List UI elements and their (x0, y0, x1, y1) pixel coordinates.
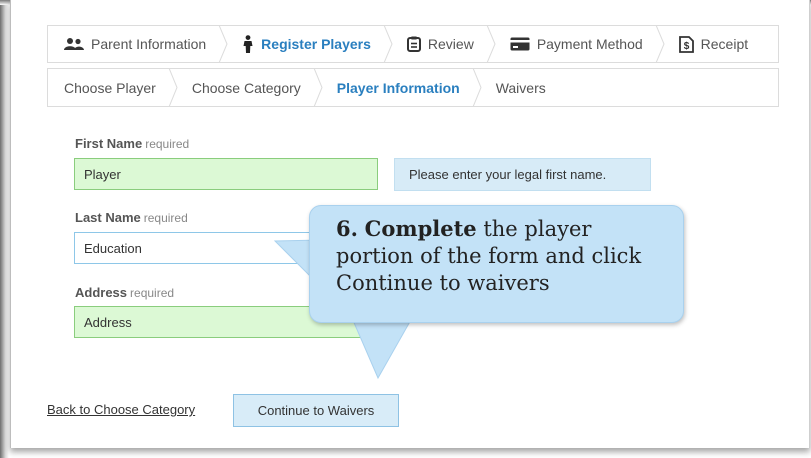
required-marker: required (130, 286, 175, 300)
chevron-right-icon (168, 68, 178, 107)
last-name-label-text: Last Name (75, 210, 141, 225)
receipt-icon: $ (678, 35, 694, 53)
chevron-right-icon (472, 68, 482, 107)
chevron-right-icon (313, 68, 323, 107)
required-marker: required (145, 137, 190, 151)
step-label: Register Players (261, 36, 371, 52)
chevron-right-icon (383, 25, 393, 63)
clipboard-icon (406, 36, 421, 52)
window-left-edge (0, 0, 9, 458)
substep-waivers[interactable]: Waivers (482, 69, 558, 106)
callout-line-1: 6. Complete the player (336, 215, 661, 243)
address-label: Address required (75, 285, 174, 300)
first-name-hint: Please enter your legal first name. (394, 158, 651, 191)
first-name-label-text: First Name (75, 136, 143, 151)
player-substeps: Choose Player Choose Category Player Inf… (47, 68, 779, 107)
step-label: Review (427, 36, 474, 52)
substep-label: Player Information (336, 79, 460, 96)
callout-bold-text: Complete (364, 216, 477, 241)
chevron-right-icon (486, 25, 496, 63)
step-receipt[interactable]: $ Receipt (665, 26, 760, 62)
callout-line-3: Continue to waivers (336, 271, 550, 295)
back-to-choose-category-link[interactable]: Back to Choose Category (47, 402, 195, 417)
step-label: Parent Information (91, 36, 207, 52)
step-register-players[interactable]: Register Players (228, 26, 383, 62)
instruction-callout: 6. Complete the player portion of the fo… (309, 205, 684, 323)
callout-line-2: portion of the form and click (336, 244, 642, 268)
registration-steps: Parent Information Register Players Revi… (47, 25, 779, 63)
address-label-text: Address (75, 285, 128, 300)
step-review[interactable]: Review (393, 26, 486, 62)
chevron-right-icon (218, 25, 228, 63)
required-marker: required (143, 211, 188, 225)
last-name-field[interactable] (74, 232, 334, 264)
substep-label: Choose Category (191, 79, 301, 96)
first-name-label: First Name required (75, 136, 189, 151)
substep-player-information[interactable]: Player Information (323, 69, 472, 106)
substep-choose-category[interactable]: Choose Category (178, 69, 313, 106)
callout-step-number: 6. (336, 216, 358, 241)
users-icon (64, 37, 84, 51)
chevron-right-icon (655, 25, 665, 63)
first-name-field[interactable] (74, 158, 378, 190)
substep-choose-player[interactable]: Choose Player (48, 69, 168, 106)
credit-card-icon (510, 37, 530, 51)
step-parent-information[interactable]: Parent Information (48, 26, 218, 62)
callout-text-1: the player (483, 217, 592, 241)
step-label: Receipt (700, 36, 749, 52)
continue-to-waivers-button[interactable]: Continue to Waivers (233, 394, 399, 427)
substep-label: Choose Player (64, 79, 156, 96)
step-label: Payment Method (536, 36, 643, 52)
last-name-label: Last Name required (75, 210, 188, 225)
svg-text:$: $ (683, 41, 689, 52)
substep-label: Waivers (495, 79, 546, 96)
person-icon (242, 35, 254, 53)
step-payment-method[interactable]: Payment Method (496, 26, 655, 62)
